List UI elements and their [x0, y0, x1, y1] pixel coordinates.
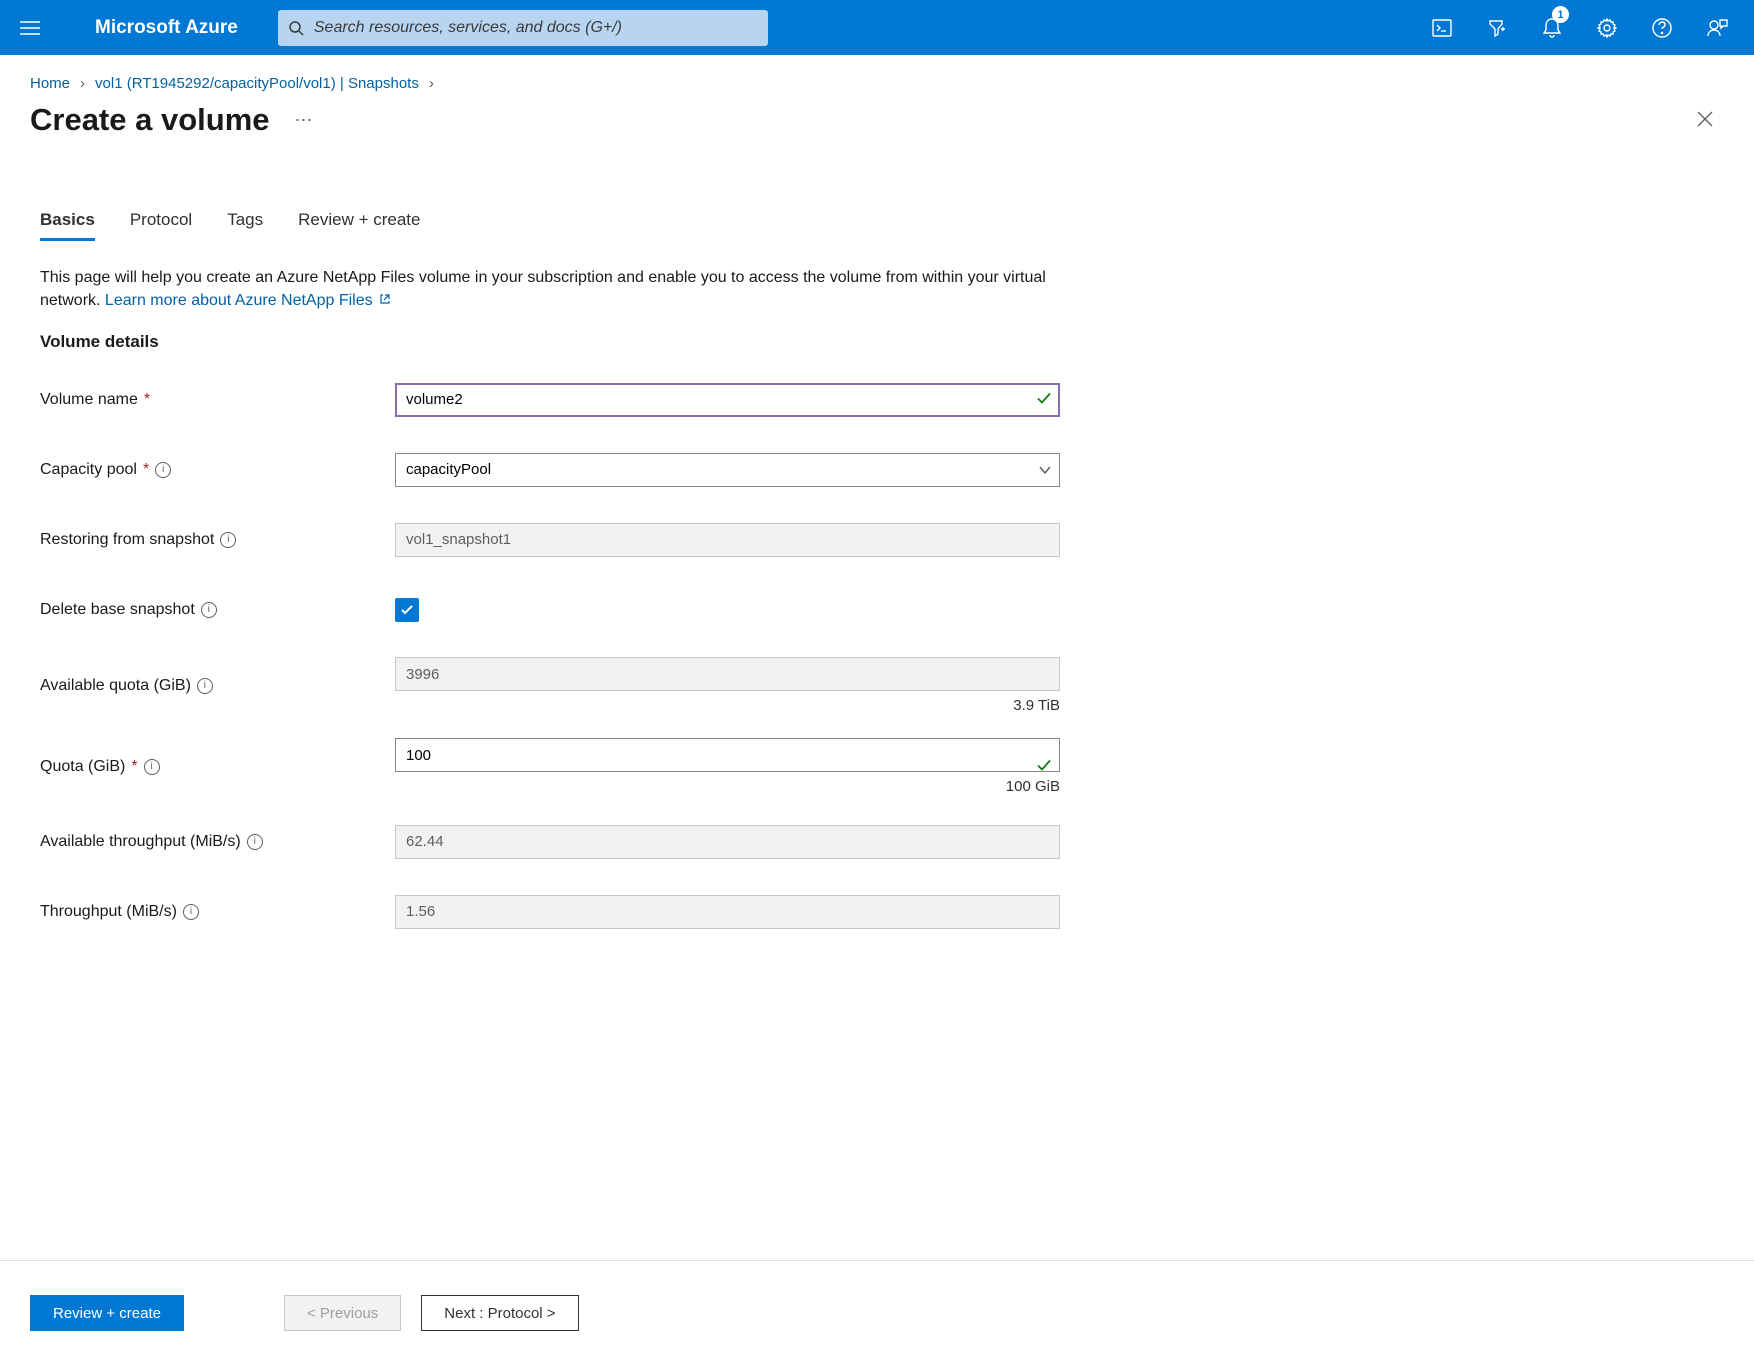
row-available-quota: Available quota (GiB) i 3.9 TiB — [40, 657, 1714, 714]
cloud-shell-icon[interactable] — [1414, 0, 1469, 55]
required-mark: * — [131, 758, 137, 776]
tab-tags[interactable]: Tags — [227, 210, 263, 241]
row-volume-name: Volume name * — [40, 377, 1714, 422]
input-volume-name[interactable] — [395, 383, 1060, 417]
input-restoring — [395, 523, 1060, 557]
review-create-button[interactable]: Review + create — [30, 1295, 184, 1331]
tab-basics[interactable]: Basics — [40, 210, 95, 241]
row-throughput: Throughput (MiB/s) i — [40, 889, 1714, 934]
search-icon — [288, 20, 304, 36]
hint-quota: 100 GiB — [395, 778, 1060, 795]
external-link-icon — [379, 293, 391, 305]
required-mark: * — [143, 461, 149, 479]
learn-more-link[interactable]: Learn more about Azure NetApp Files — [105, 292, 391, 309]
select-capacity-pool[interactable] — [395, 453, 1060, 487]
input-available-throughput — [395, 825, 1060, 859]
menu-button[interactable] — [10, 8, 50, 48]
breadcrumb-item-1[interactable]: vol1 (RT1945292/capacityPool/vol1) | Sna… — [95, 75, 419, 92]
tab-protocol[interactable]: Protocol — [130, 210, 192, 241]
label-quota: Quota (GiB) — [40, 758, 125, 776]
tab-review[interactable]: Review + create — [298, 210, 420, 241]
row-delete-base: Delete base snapshot i — [40, 587, 1714, 632]
more-actions-button[interactable]: ⋯ — [295, 110, 313, 131]
breadcrumb-home[interactable]: Home — [30, 75, 70, 92]
info-icon[interactable]: i — [155, 462, 171, 478]
label-capacity-pool: Capacity pool — [40, 461, 137, 479]
notifications-icon[interactable]: 1 — [1524, 0, 1579, 55]
search-box[interactable] — [278, 10, 768, 46]
footer-bar: Review + create < Previous Next : Protoc… — [0, 1260, 1754, 1365]
label-throughput: Throughput (MiB/s) — [40, 903, 177, 921]
info-icon[interactable]: i — [201, 602, 217, 618]
chevron-right-icon: › — [429, 75, 434, 92]
input-quota[interactable] — [395, 738, 1060, 772]
page-title: Create a volume — [30, 102, 270, 138]
chevron-right-icon: › — [80, 75, 85, 92]
tab-bar: Basics Protocol Tags Review + create — [40, 210, 1714, 241]
previous-button: < Previous — [284, 1295, 401, 1331]
row-quota: Quota (GiB) * i 100 GiB — [40, 738, 1714, 795]
row-capacity-pool: Capacity pool * i — [40, 447, 1714, 492]
directory-filter-icon[interactable] — [1469, 0, 1524, 55]
label-available-quota: Available quota (GiB) — [40, 677, 191, 695]
notification-badge: 1 — [1552, 6, 1569, 23]
label-available-throughput: Available throughput (MiB/s) — [40, 833, 241, 851]
row-restoring: Restoring from snapshot i — [40, 517, 1714, 562]
label-volume-name: Volume name — [40, 391, 138, 409]
header-icons: 1 — [1414, 0, 1744, 55]
brand-label[interactable]: Microsoft Azure — [95, 17, 238, 39]
info-icon[interactable]: i — [144, 759, 160, 775]
content-scroll[interactable]: Basics Protocol Tags Review + create Thi… — [0, 170, 1754, 1260]
next-button[interactable]: Next : Protocol > — [421, 1295, 578, 1331]
close-button[interactable] — [1696, 110, 1714, 131]
title-row: Create a volume ⋯ — [0, 97, 1754, 168]
settings-icon[interactable] — [1579, 0, 1634, 55]
info-icon[interactable]: i — [183, 904, 199, 920]
label-restoring: Restoring from snapshot — [40, 531, 214, 549]
azure-header: Microsoft Azure 1 — [0, 0, 1754, 55]
checkbox-delete-base[interactable] — [395, 598, 419, 622]
required-mark: * — [144, 391, 150, 409]
search-input[interactable] — [312, 18, 758, 38]
info-icon[interactable]: i — [247, 834, 263, 850]
info-icon[interactable]: i — [220, 532, 236, 548]
chevron-down-icon[interactable] — [1038, 462, 1052, 478]
input-throughput — [395, 895, 1060, 929]
intro-text: This page will help you create an Azure … — [40, 266, 1070, 312]
feedback-icon[interactable] — [1689, 0, 1744, 55]
label-delete-base: Delete base snapshot — [40, 601, 195, 619]
section-volume-details: Volume details — [40, 332, 1714, 352]
row-available-throughput: Available throughput (MiB/s) i — [40, 819, 1714, 864]
help-icon[interactable] — [1634, 0, 1689, 55]
hint-available-quota: 3.9 TiB — [395, 697, 1060, 714]
info-icon[interactable]: i — [197, 678, 213, 694]
input-available-quota — [395, 657, 1060, 691]
breadcrumb: Home › vol1 (RT1945292/capacityPool/vol1… — [0, 55, 1754, 97]
